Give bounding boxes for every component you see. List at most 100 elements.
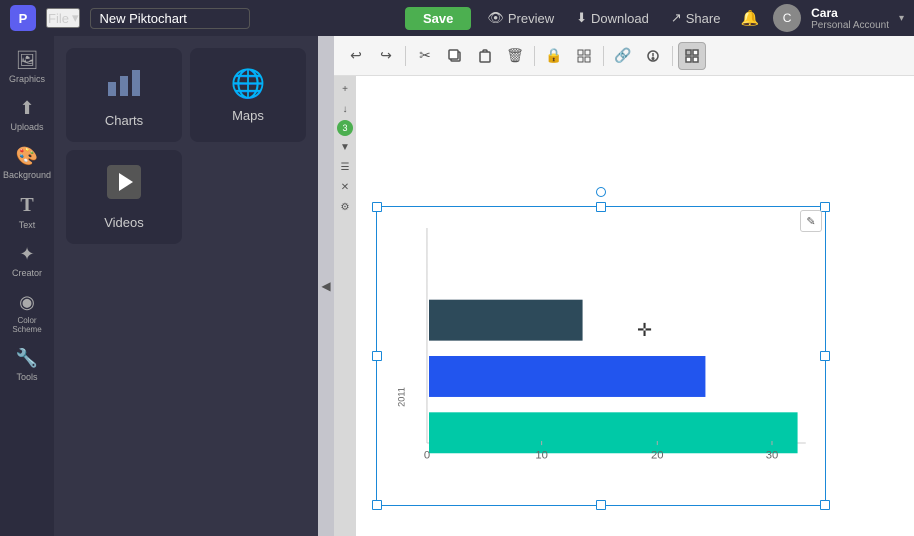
svg-text:0: 0 — [424, 449, 430, 461]
svg-text:20: 20 — [651, 449, 664, 461]
toolbar-separator-2 — [534, 46, 535, 66]
sidebar-item-color-scheme[interactable]: ◉ Color Scheme — [4, 286, 50, 340]
bar-chart-svg: 0 10 20 30 2011 — [386, 216, 816, 496]
more-settings-button[interactable] — [639, 42, 667, 70]
handle-middle-right[interactable] — [820, 351, 830, 361]
redo-button[interactable]: ↪ — [372, 42, 400, 70]
download-label: Download — [591, 11, 649, 26]
bar-3 — [429, 412, 798, 453]
graphics-icon: 🖼 — [16, 50, 39, 71]
maps-card-icon: 🌐 — [231, 67, 266, 100]
sidebar-item-background-label: Background — [3, 170, 51, 180]
sidebar-item-tools[interactable]: 🔧 Tools — [4, 342, 50, 388]
collapse-panel-button[interactable]: ◀ — [318, 36, 334, 536]
chart-edit-button[interactable]: ✎ — [800, 210, 822, 232]
sidebar-item-color-scheme-label: Color Scheme — [6, 316, 48, 334]
paste-button[interactable] — [471, 42, 499, 70]
svg-text:10: 10 — [535, 449, 548, 461]
save-label: Save — [423, 11, 453, 26]
user-dropdown-chevron: ▾ — [899, 13, 904, 24]
logo-text: P — [19, 11, 28, 26]
canvas-viewport[interactable]: ✎ ✛ — [356, 76, 914, 536]
chart-inner: 0 10 20 30 2011 — [386, 216, 816, 496]
color-scheme-icon: ◉ — [19, 292, 35, 313]
topbar: P File ▾ Save 👁 Preview ⬇ Download ↗ Sha… — [0, 0, 914, 36]
avatar[interactable]: C — [773, 4, 801, 32]
toolbar-separator-4 — [672, 46, 673, 66]
canvas-area: ↩ ↪ ✂ 🗑 🔒 — [334, 36, 914, 536]
notifications-button[interactable]: 🔔 — [736, 7, 763, 29]
rotate-handle[interactable] — [596, 187, 606, 197]
bar-1 — [429, 300, 583, 341]
sidebar-item-text[interactable]: T Text — [4, 188, 50, 236]
charts-card-icon — [106, 62, 142, 105]
mini-add-button[interactable]: + — [336, 80, 354, 98]
mini-move-down-button[interactable]: ↓ — [336, 100, 354, 118]
sidebar-item-text-label: Text — [19, 220, 36, 230]
handle-bottom-right[interactable] — [820, 500, 830, 510]
undo-button[interactable]: ↩ — [342, 42, 370, 70]
logo: P — [10, 5, 36, 31]
sidebar-item-graphics-label: Graphics — [9, 74, 45, 84]
user-info[interactable]: Cara Personal Account — [811, 6, 889, 31]
save-button[interactable]: Save — [405, 7, 471, 30]
chart-element[interactable]: ✎ ✛ — [376, 206, 826, 506]
user-sub: Personal Account — [811, 20, 889, 31]
download-button[interactable]: ⬇ Download — [570, 8, 655, 28]
uploads-icon: ⬆ — [19, 98, 34, 119]
preview-label: Preview — [508, 11, 554, 26]
creator-icon: ✦ — [19, 244, 34, 265]
maps-card-label: Maps — [232, 108, 264, 123]
canvas-and-mini-toolbar: + ↓ 3 ▼ ☰ ✕ ⚙ — [334, 76, 914, 536]
panel-card-charts[interactable]: Charts — [66, 48, 182, 142]
canvas-page: ✎ ✛ — [356, 76, 914, 536]
delete-button[interactable]: 🗑 — [501, 42, 529, 70]
lock-button[interactable]: 🔒 — [540, 42, 568, 70]
file-label: File — [48, 11, 69, 26]
mini-layers-button[interactable]: ☰ — [336, 158, 354, 176]
mini-filter-button[interactable]: ▼ — [336, 138, 354, 156]
link-button[interactable]: 🔗 — [609, 42, 637, 70]
handle-bottom-left[interactable] — [372, 500, 382, 510]
file-menu-button[interactable]: File ▾ — [46, 8, 80, 28]
handle-top-center[interactable] — [596, 202, 606, 212]
arrange-button[interactable] — [678, 42, 706, 70]
mini-settings-button[interactable]: ⚙ — [336, 198, 354, 216]
preview-button[interactable]: 👁 Preview — [481, 8, 560, 28]
text-icon: T — [20, 194, 33, 217]
mini-close-button[interactable]: ✕ — [336, 178, 354, 196]
badge-value: 3 — [342, 123, 347, 133]
sidebar-item-uploads-label: Uploads — [10, 122, 43, 132]
toolbar-separator-3 — [603, 46, 604, 66]
mini-toolbar: + ↓ 3 ▼ ☰ ✕ ⚙ — [334, 76, 356, 536]
panel-card-maps[interactable]: 🌐 Maps — [190, 48, 306, 142]
sidebar-item-tools-label: Tools — [16, 372, 37, 382]
handle-top-left[interactable] — [372, 202, 382, 212]
cut-button[interactable]: ✂ — [411, 42, 439, 70]
mini-badge: 3 — [337, 120, 353, 136]
sidebar-item-background[interactable]: 🎨 Background — [4, 140, 50, 186]
handle-middle-left[interactable] — [372, 351, 382, 361]
document-title-input[interactable] — [90, 8, 250, 29]
background-icon: 🎨 — [16, 146, 38, 167]
main-layout: 🖼 Graphics ⬆ Uploads 🎨 Background T Text… — [0, 36, 914, 536]
sidebar-item-uploads[interactable]: ⬆ Uploads — [4, 92, 50, 138]
panel-grid: Charts 🌐 Maps Videos — [66, 48, 306, 244]
videos-card-icon — [106, 164, 142, 207]
svg-text:2011: 2011 — [396, 387, 406, 407]
svg-text:30: 30 — [766, 449, 779, 461]
sidebar-item-graphics[interactable]: 🖼 Graphics — [4, 44, 50, 90]
share-button[interactable]: ↗ Share — [665, 8, 727, 28]
sidebar-item-creator[interactable]: ✦ Creator — [4, 238, 50, 284]
collapse-icon: ◀ — [321, 279, 330, 293]
grid-button[interactable] — [570, 42, 598, 70]
tools-icon: 🔧 — [16, 348, 38, 369]
edit-icon: ✎ — [806, 215, 815, 228]
copy-button[interactable] — [441, 42, 469, 70]
panel-card-videos[interactable]: Videos — [66, 150, 182, 244]
charts-card-label: Charts — [105, 113, 143, 128]
handle-bottom-center[interactable] — [596, 500, 606, 510]
sidebar-item-creator-label: Creator — [12, 268, 42, 278]
user-name: Cara — [811, 6, 889, 20]
toolbar-separator-1 — [405, 46, 406, 66]
